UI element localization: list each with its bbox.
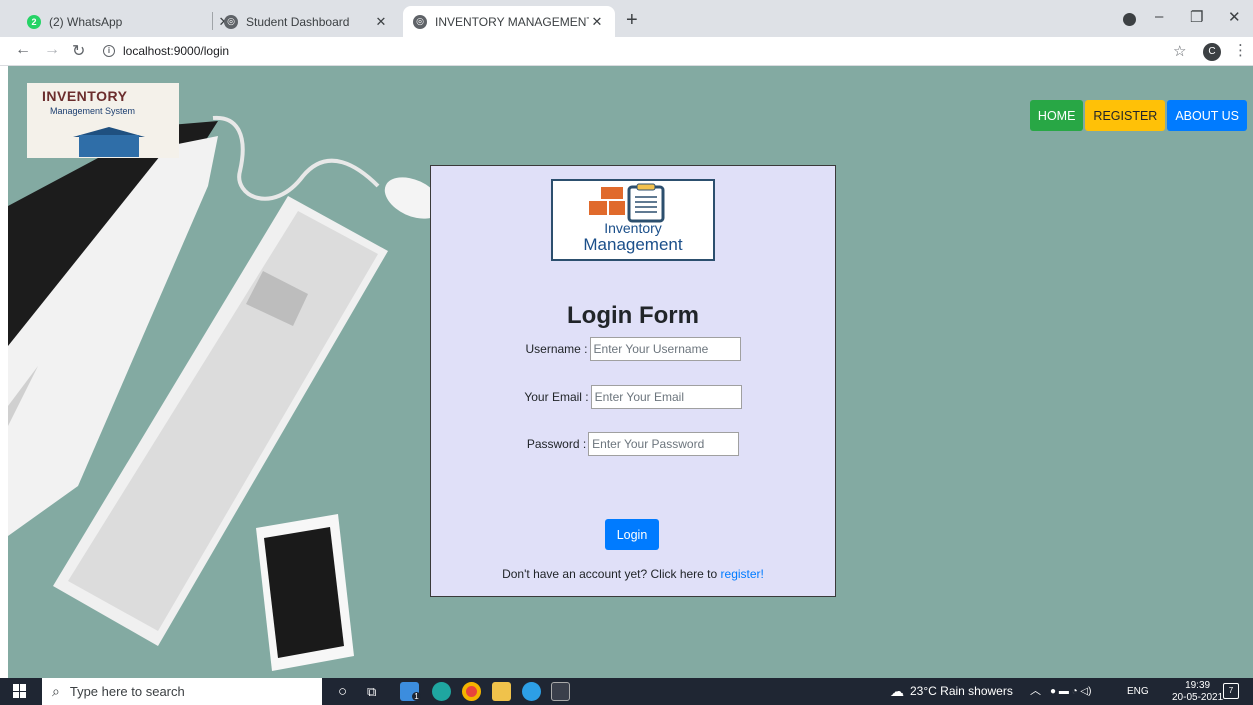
back-icon[interactable]: ← xyxy=(15,41,31,59)
taskbar-search[interactable]: ⌕ Type here to search xyxy=(42,678,322,705)
boxes-clipboard-icon xyxy=(589,183,665,223)
tab-title: Student Dashboard xyxy=(246,14,350,29)
tab-title: INVENTORY MANAGEMENT SYS xyxy=(435,14,589,29)
globe-icon: ◎ xyxy=(413,14,427,29)
email-input[interactable] xyxy=(590,385,742,409)
home-button[interactable]: HOME xyxy=(1029,100,1084,131)
system-tray-icons[interactable]: ● ▬ ◔ ◁) xyxy=(1050,678,1091,705)
language-indicator[interactable]: ENG xyxy=(1127,678,1149,705)
username-label: Username : xyxy=(525,342,588,356)
about-us-button[interactable]: ABOUT US xyxy=(1167,100,1247,131)
new-tab-button[interactable]: + xyxy=(626,9,638,32)
chevron-up-icon[interactable]: ︿ xyxy=(1030,678,1041,705)
login-button[interactable]: Login xyxy=(605,519,659,550)
taskbar: ⌕ Type here to search ○ ⧉ 1 ☁ 23°C Rain … xyxy=(0,678,1253,705)
minimize-button[interactable]: – xyxy=(1155,8,1163,25)
cortana-icon[interactable]: ○ xyxy=(338,678,347,705)
login-card: Inventory Management Login Form Username… xyxy=(430,165,836,597)
logo-line-1: Inventory xyxy=(604,220,662,236)
bookmark-star-icon[interactable]: ☆ xyxy=(1173,42,1186,60)
maximize-button[interactable]: ❐ xyxy=(1190,8,1203,26)
notification-icon[interactable]: 7 xyxy=(1223,683,1239,699)
tab-whatsapp[interactable]: 2 (2) WhatsApp ✕ xyxy=(17,6,242,37)
search-icon: ⌕ xyxy=(52,683,60,699)
edge-icon[interactable] xyxy=(432,682,451,701)
register-prompt: Don't have an account yet? Click here to… xyxy=(431,567,835,581)
globe-icon: ◎ xyxy=(224,14,238,29)
weather-icon: ☁ xyxy=(890,683,904,699)
reload-icon[interactable]: ↻ xyxy=(72,41,85,61)
password-input[interactable] xyxy=(588,432,740,456)
register-button[interactable]: REGISTER xyxy=(1085,100,1166,131)
chrome-icon[interactable] xyxy=(462,682,481,701)
tab-divider xyxy=(212,12,213,30)
search-placeholder: Type here to search xyxy=(69,684,185,699)
tab-inventory[interactable]: ◎ INVENTORY MANAGEMENT SYS ✕ xyxy=(403,6,615,37)
avatar[interactable]: C xyxy=(1203,43,1221,61)
logo-subtitle: Management System xyxy=(50,106,136,116)
browser-toolbar: ← → ↻ i localhost:9000/login ☆ C ⋮ xyxy=(0,37,1253,66)
inventory-management-logo: Inventory Management xyxy=(551,179,715,261)
logo-line-2: Management xyxy=(583,235,683,254)
address-bar[interactable]: i localhost:9000/login xyxy=(103,44,229,58)
close-window-button[interactable]: ✕ xyxy=(1228,8,1241,26)
task-view-icon[interactable]: ⧉ xyxy=(367,678,376,705)
register-prompt-text: Don't have an account yet? Click here to xyxy=(502,567,718,581)
warehouse-graphic xyxy=(79,135,139,157)
url-text: localhost:9000/login xyxy=(123,44,230,58)
username-row: Username : xyxy=(431,337,835,361)
clock-time: 19:39 xyxy=(1185,680,1211,691)
clock[interactable]: 19:39 20-05-2021 xyxy=(1172,680,1223,704)
terminal-icon[interactable] xyxy=(551,682,570,701)
info-icon[interactable]: i xyxy=(103,45,115,57)
weather-text[interactable]: 23°C Rain showers xyxy=(910,678,1013,705)
page-background: INVENTORY Management System HOME REGISTE… xyxy=(8,66,1253,678)
close-tab-icon[interactable]: ✕ xyxy=(589,14,605,30)
tab-title: (2) WhatsApp xyxy=(49,14,123,29)
close-tab-icon[interactable]: ✕ xyxy=(373,14,389,30)
username-input[interactable] xyxy=(589,337,741,361)
profile-icon[interactable] xyxy=(1123,13,1136,26)
site-nav: HOME REGISTER ABOUT US xyxy=(1028,100,1247,131)
tab-student-dashboard[interactable]: ◎ Student Dashboard ✕ xyxy=(214,6,399,37)
password-row: Password : xyxy=(431,432,835,456)
register-link[interactable]: register! xyxy=(721,567,764,581)
email-label: Your Email : xyxy=(524,390,589,404)
page-title: Login Form xyxy=(567,302,699,329)
whatsapp-icon: 2 xyxy=(27,14,41,29)
browser-tabstrip: 2 (2) WhatsApp ✕ ◎ Student Dashboard ✕ ◎… xyxy=(0,0,1253,37)
mail-badge: 1 xyxy=(412,692,421,701)
notification-count: 7 xyxy=(1228,686,1234,695)
file-explorer-icon[interactable] xyxy=(492,682,511,701)
password-label: Password : xyxy=(526,437,587,451)
windows-start-icon[interactable] xyxy=(13,684,27,698)
menu-kebab-icon[interactable]: ⋮ xyxy=(1233,41,1248,59)
clock-date: 20-05-2021 xyxy=(1172,692,1224,703)
mail-icon[interactable]: 1 xyxy=(400,682,421,701)
logo-title: INVENTORY xyxy=(42,88,128,104)
docker-icon[interactable] xyxy=(522,682,541,701)
email-row: Your Email : xyxy=(431,385,835,409)
forward-icon[interactable]: → xyxy=(44,41,60,59)
